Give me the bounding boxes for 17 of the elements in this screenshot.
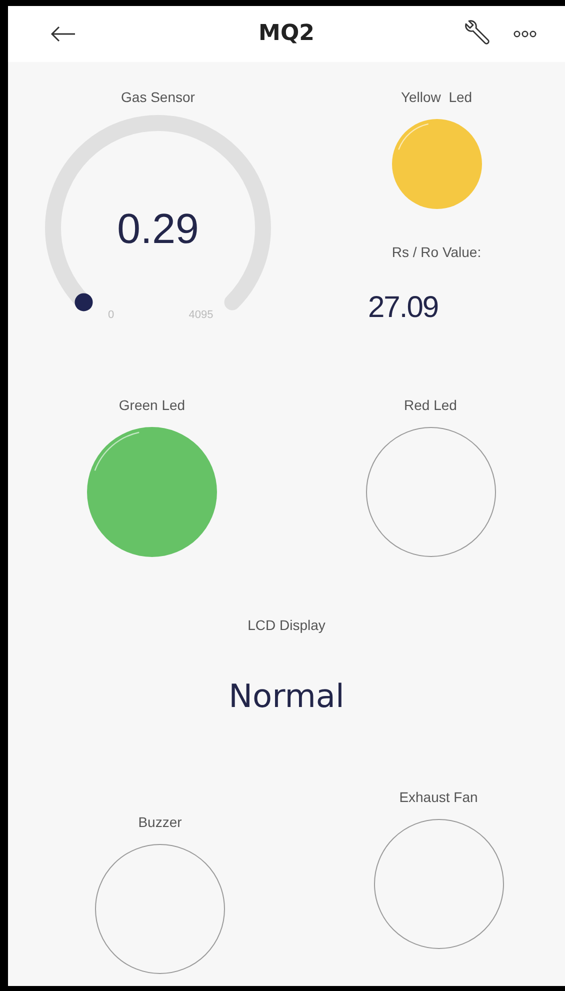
gauge-max-label: 4095 [188,309,214,321]
lcd-text: Normal [228,676,344,716]
widget-label: Rs / Ro Value: [392,243,482,261]
gauge-min-label: 0 [108,309,114,321]
gauge-fill [74,293,93,312]
back-icon[interactable] [50,26,76,42]
widget-label: Green Led [118,396,186,414]
widget-label: Buzzer [138,813,182,831]
value-display: 27.09 [368,291,438,325]
widget-label: Exhaust Fan [399,788,478,806]
gauge-value: 0.29 [117,205,199,252]
widget-label: LCD Display [248,616,326,634]
widget-label: Gas Sensor [121,88,195,106]
screen-title: MQ2 [258,21,314,46]
widget-label: Red Led [404,396,457,414]
widget-label: Yellow Led [400,88,472,106]
more-icon[interactable] [513,30,537,38]
